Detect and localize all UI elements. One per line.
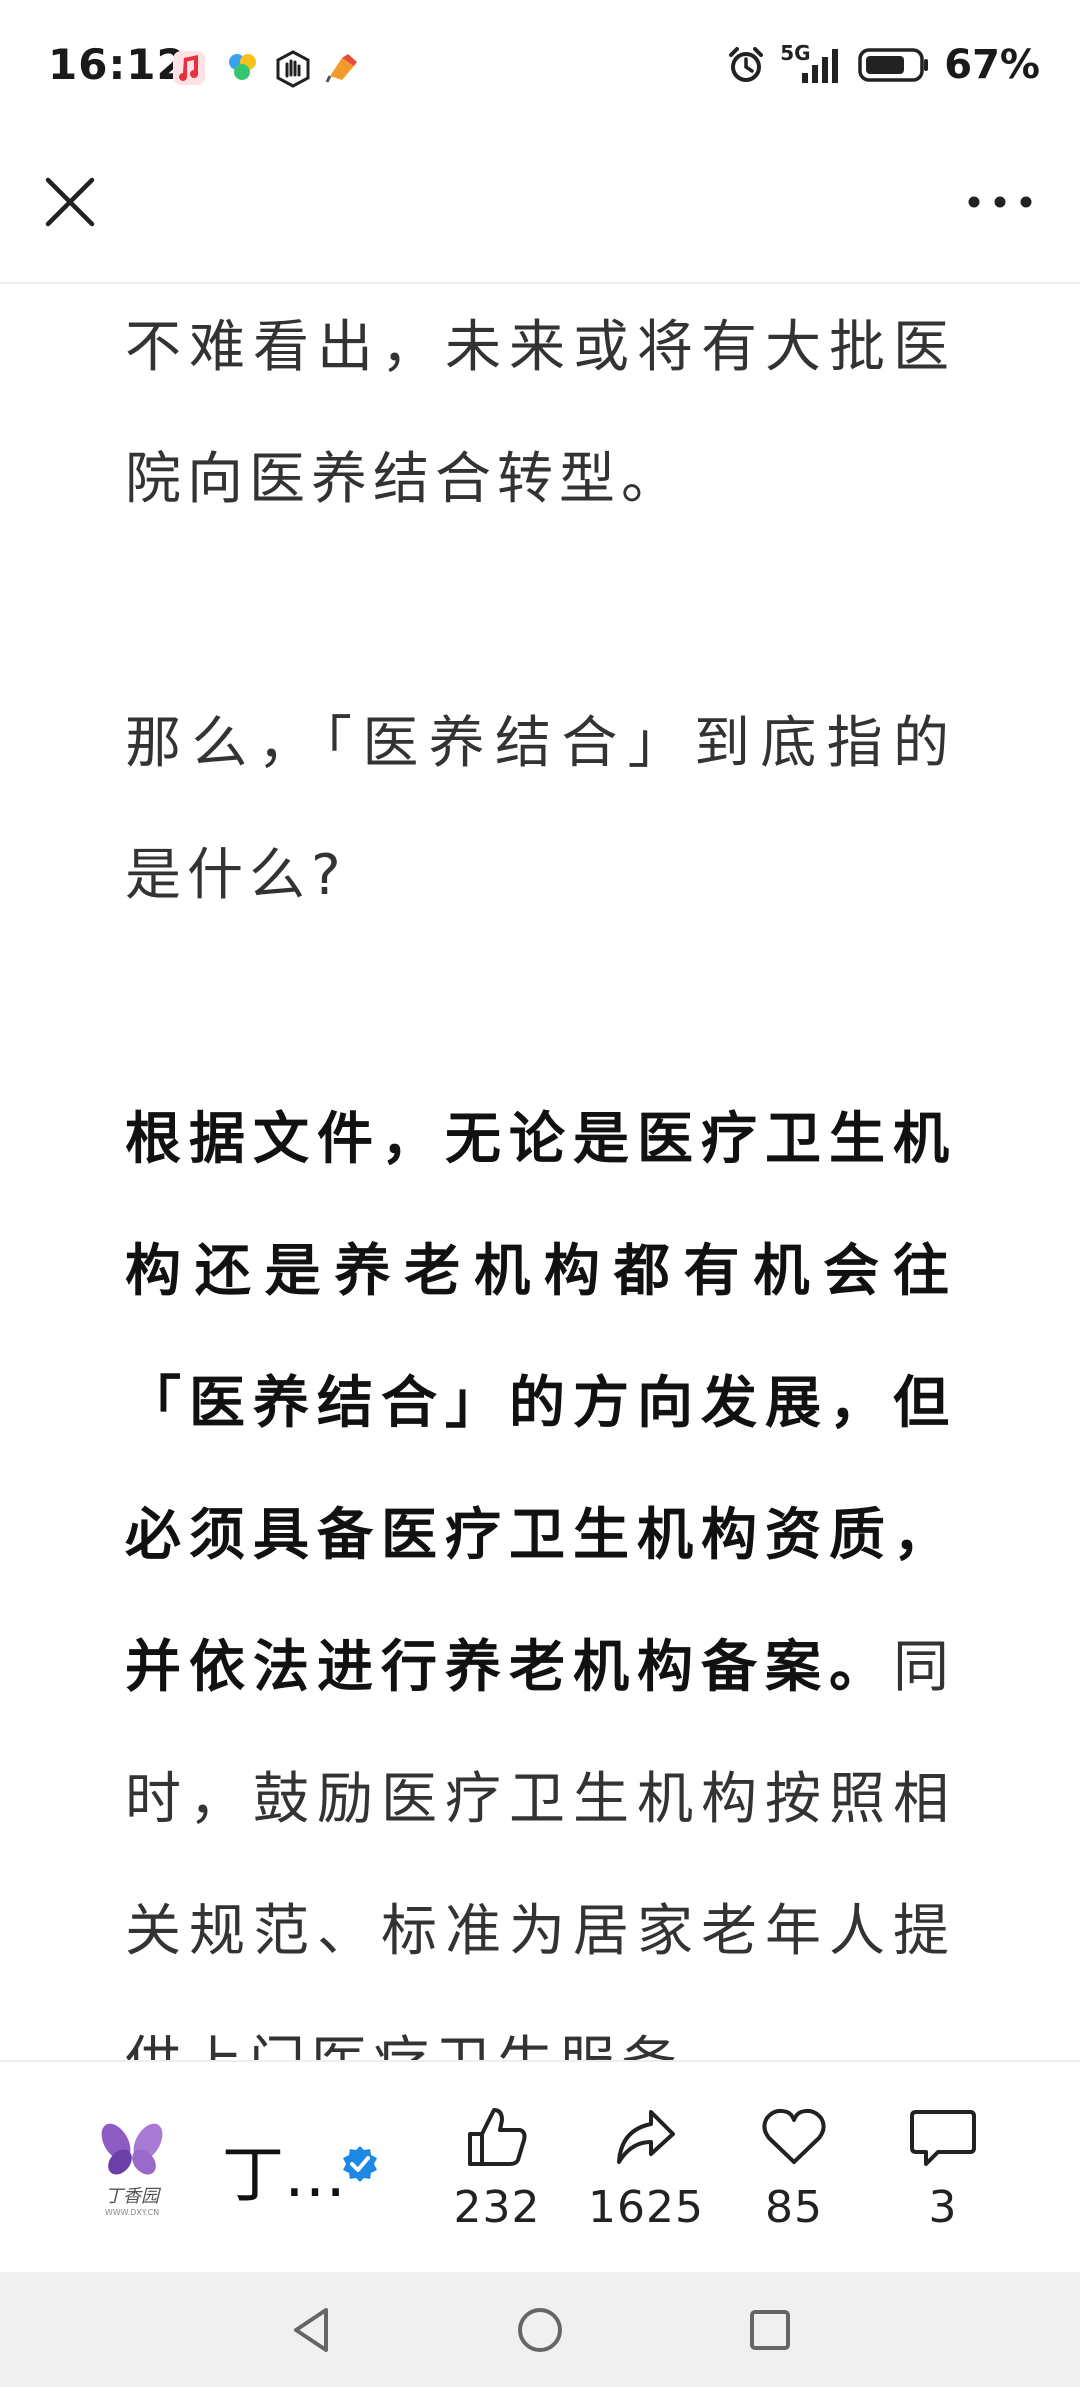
logo-text: 丁香园 — [105, 2186, 159, 2207]
comment-icon — [910, 2110, 976, 2166]
share-arrow-icon — [617, 2110, 675, 2164]
article-bold-text: 根据文件，无论是医疗卫生机构还是养老机构都有机会往「医养结合」的方向发展，但必须… — [125, 1107, 955, 1700]
status-time: 16:12 — [48, 40, 187, 89]
app-notification-icon — [229, 54, 256, 80]
recents-square-icon[interactable] — [742, 2302, 798, 2358]
article-paragraph: 不难看出，未来或将有大批医院向医养结合转型。 — [125, 315, 955, 512]
close-icon[interactable] — [38, 170, 102, 234]
like-count: 232 — [453, 2182, 541, 2233]
system-nav-bar — [0, 2272, 1080, 2387]
music-notification-icon — [173, 51, 205, 85]
article-paragraph: 根据文件，无论是医疗卫生机构还是养老机构都有机会往「医养结合」的方向发展，但必须… — [125, 1074, 955, 2060]
status-bar: 16:12 5G 67% — [0, 0, 1080, 140]
logo-subtext: WWW.DXY.CN — [104, 2208, 160, 2217]
author-avatar[interactable]: 丁香园 WWW.DXY.CN — [92, 2112, 172, 2217]
home-circle-icon[interactable] — [512, 2302, 568, 2358]
alarm-icon — [729, 47, 764, 82]
battery-icon — [858, 48, 929, 82]
author-name[interactable]: 丁… — [222, 2124, 346, 2214]
thumbs-up-icon — [468, 2108, 527, 2166]
comment-button[interactable]: 3 — [873, 2102, 1013, 2233]
share-count: 1625 — [588, 2182, 704, 2233]
favorite-count: 85 — [765, 2182, 823, 2233]
comment-count: 3 — [928, 2182, 958, 2233]
battery-percent: 67% — [944, 42, 1040, 88]
dxy-flower-logo-icon — [101, 2123, 163, 2175]
status-right-group: 5G 67% — [726, 41, 1040, 88]
heart-icon — [762, 2108, 826, 2164]
like-button[interactable]: 232 — [427, 2102, 567, 2233]
pin-notification-icon — [325, 54, 357, 83]
article-body: 不难看出，未来或将有大批医院向医养结合转型。 那么，「医养结合」到底指的是什么?… — [125, 282, 955, 2060]
more-icon[interactable] — [960, 170, 1040, 234]
signal-indicator: 5G — [780, 41, 844, 85]
article-paragraph: 那么，「医养结合」到底指的是什么? — [125, 711, 955, 908]
signal-bars-icon — [802, 49, 839, 83]
app-bar — [0, 140, 1080, 284]
verified-badge-icon — [343, 2146, 377, 2182]
back-triangle-icon[interactable] — [284, 2302, 340, 2358]
bottom-action-bar: 丁香园 WWW.DXY.CN 丁… 232 1625 85 3 — [0, 2060, 1080, 2274]
share-button[interactable]: 1625 — [576, 2102, 716, 2233]
favorite-button[interactable]: 85 — [724, 2102, 864, 2233]
hand-badge-icon — [276, 50, 310, 88]
